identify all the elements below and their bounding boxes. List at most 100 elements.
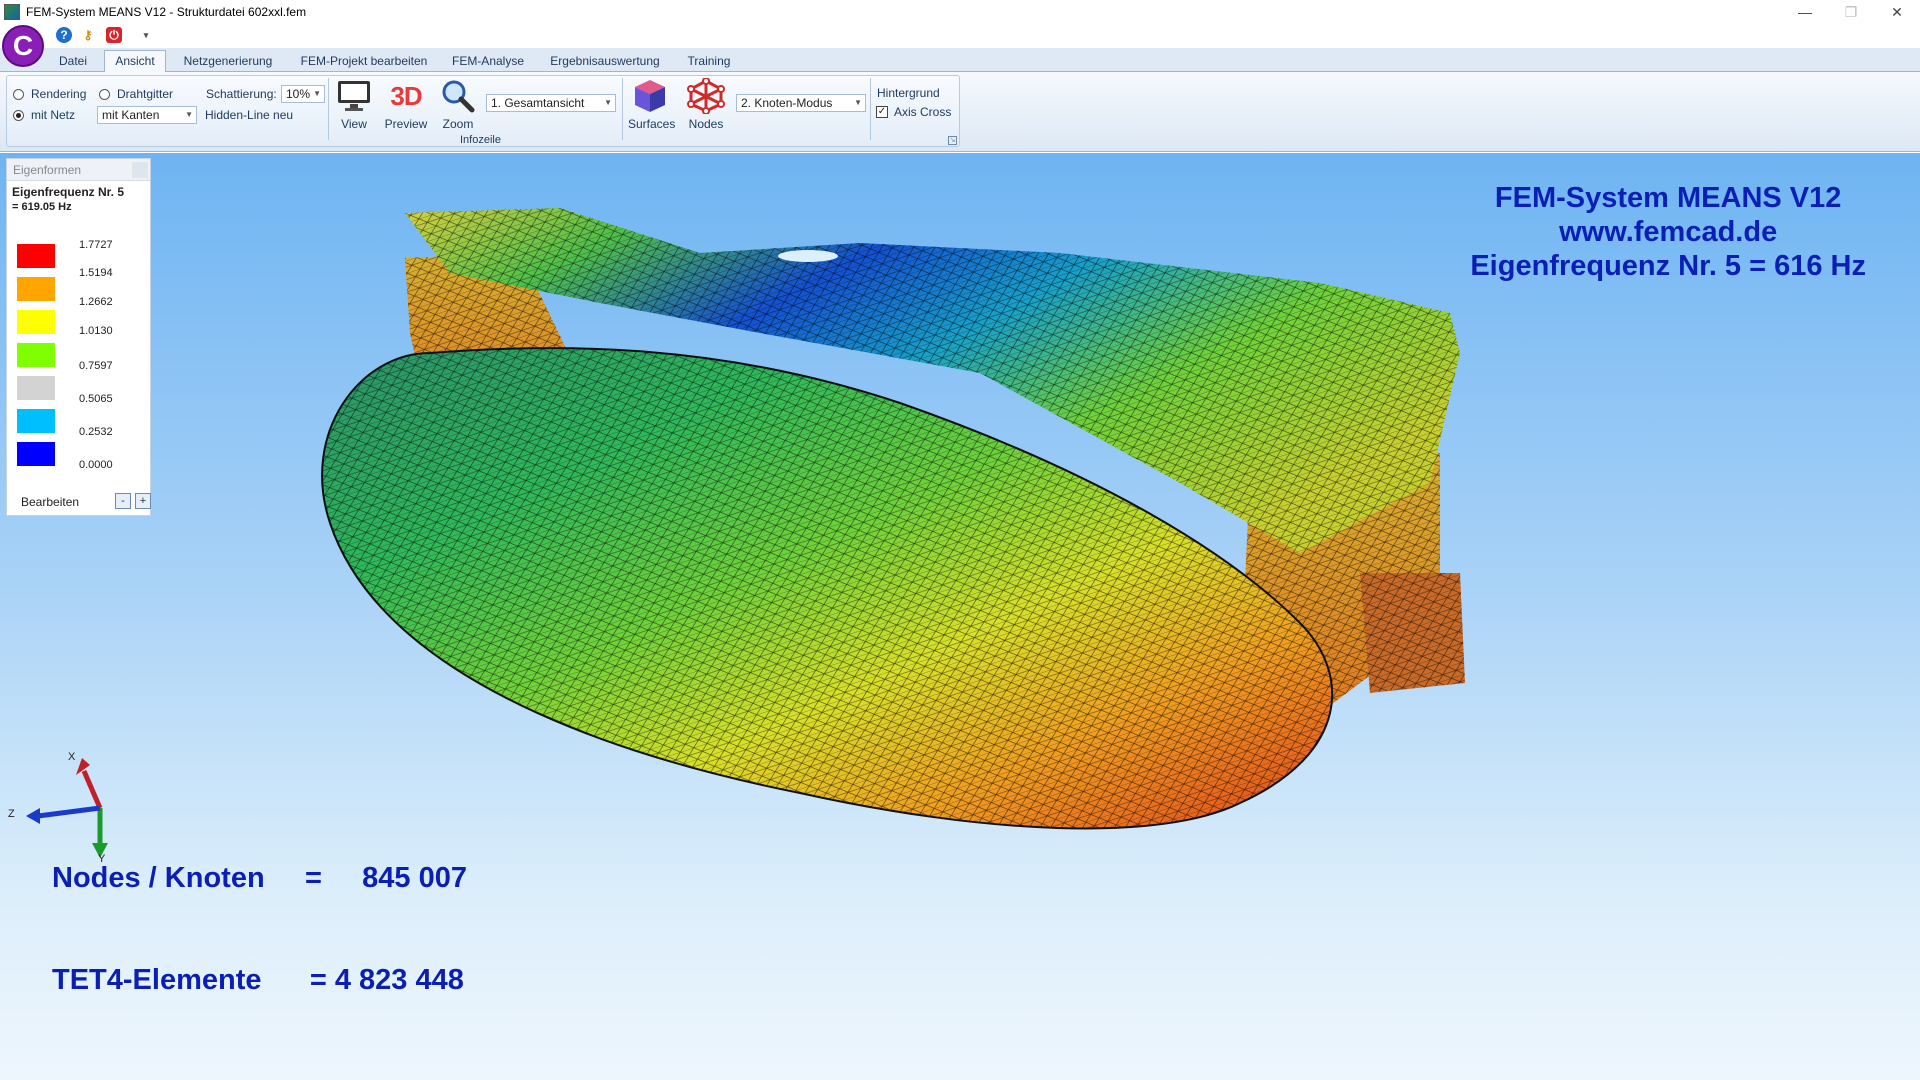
frequency-title: Eigenfrequenz Nr. 5 (12, 185, 125, 199)
zoom-label: Zoom (442, 117, 474, 131)
color-swatch (17, 277, 55, 301)
app-logo-button[interactable]: C (2, 25, 44, 67)
tab-fem-analyse[interactable]: FEM-Analyse (446, 52, 530, 72)
legend-value: 0.2532 (79, 426, 113, 438)
ansicht-combo[interactable]: 1. Gesamtansicht ▼ (486, 94, 616, 112)
color-swatch (17, 310, 55, 334)
legend-value: 0.0000 (79, 459, 113, 471)
legend-item (17, 343, 55, 367)
app-icon (4, 4, 20, 20)
surfaces-label: Surfaces (628, 117, 676, 131)
preview-label: Preview (384, 117, 428, 131)
view-label: View (341, 117, 367, 131)
drahtgitter-radio[interactable] (99, 89, 110, 100)
legend-panel: Eigenformen Eigenfrequenz Nr. 5 = 619.05… (6, 158, 151, 516)
legend-value: 1.5194 (79, 267, 113, 279)
tab-ansicht[interactable]: Ansicht (104, 50, 166, 73)
nodes-count: Nodes / Knoten = 845 007 (52, 862, 468, 894)
axis-x-label: X (68, 751, 76, 763)
nodes-icon (686, 78, 726, 114)
legend-item (17, 277, 55, 301)
tab-training[interactable]: Training (678, 52, 740, 72)
hintergrund-button[interactable]: Hintergrund (877, 86, 940, 100)
info-annotation: FEM-System MEANS V12 www.femcad.de Eigen… (1470, 181, 1866, 283)
nodes-button[interactable]: Nodes (684, 78, 728, 136)
tab-fem-projekt-bearbeiten[interactable]: FEM-Projekt bearbeiten (292, 52, 436, 72)
bearbeiten-button[interactable]: Bearbeiten (21, 495, 79, 509)
window-controls: — ❐ ✕ (1782, 0, 1920, 24)
monitor-icon (334, 78, 374, 114)
color-swatch (17, 343, 55, 367)
legend-value: 0.7597 (79, 360, 113, 372)
frequency-value: = 619.05 Hz (12, 201, 72, 213)
mit-netz-radio[interactable] (13, 110, 24, 121)
quick-access-toolbar (0, 24, 1920, 46)
minimize-button[interactable]: — (1782, 0, 1828, 24)
dialog-launcher-icon[interactable]: ↘ (948, 136, 957, 145)
legend-value: 0.5065 (79, 393, 113, 405)
legend-header: Eigenformen (7, 159, 150, 181)
legend-close-button[interactable] (132, 162, 148, 178)
power-icon[interactable]: ⏻ (106, 27, 122, 43)
ribbon-separator (328, 78, 329, 140)
color-swatch (17, 442, 55, 466)
legend-item (17, 376, 55, 400)
legend-header-label: Eigenformen (13, 163, 82, 177)
key-icon[interactable]: ⚷ (80, 27, 96, 43)
3d-preview-icon: 3D (386, 78, 426, 114)
rendering-radio[interactable] (13, 89, 24, 100)
legend-item (17, 442, 55, 466)
ribbon-separator (622, 78, 623, 140)
zoom-button[interactable]: Zoom (436, 78, 480, 136)
window-title: FEM-System MEANS V12 - Strukturdatei 602… (26, 5, 307, 19)
nodes-label: Nodes (688, 117, 724, 131)
surfaces-button[interactable]: Surfaces (628, 78, 676, 136)
axis-z-label: Z (8, 808, 15, 820)
annotation-line-1: FEM-System MEANS V12 (1494, 182, 1842, 214)
legend-value: 1.7727 (79, 239, 113, 251)
modus-combo[interactable]: 2. Knoten-Modus ▼ (736, 94, 866, 112)
customize-dropdown-icon[interactable]: ▾ (138, 27, 154, 43)
cube-icon (630, 78, 670, 114)
viewport-3d[interactable]: X Y Z Eigenformen Eigenfrequenz Nr. 5 = … (0, 153, 1920, 1080)
annotation-line-3: Eigenfrequenz Nr. 5 = 616 Hz (1470, 250, 1866, 282)
close-button[interactable]: ✕ (1874, 0, 1920, 24)
view-button[interactable]: View (332, 78, 376, 136)
chevron-down-icon: ▼ (854, 98, 862, 107)
ribbon-tabs: Datei Ansicht Netzgenerierung FEM-Projek… (0, 48, 1920, 73)
legend-item (17, 310, 55, 334)
hole (778, 250, 838, 262)
help-icon[interactable]: ? (56, 27, 72, 43)
restore-button[interactable]: ❐ (1828, 0, 1874, 24)
kanten-combo[interactable]: mit Kanten ▼ (97, 106, 197, 124)
preview-button[interactable]: 3D Preview (384, 78, 428, 136)
ribbon-panel: Rendering Drahtgitter mit Netz mit Kante… (0, 72, 1920, 152)
tab-ergebnisauswertung[interactable]: Ergebnisauswertung (542, 52, 668, 72)
chevron-down-icon: ▼ (185, 110, 193, 119)
preview-glyph: 3D (390, 80, 422, 111)
schattierung-label: Schattierung: (206, 87, 277, 101)
title-bar: FEM-System MEANS V12 - Strukturdatei 602… (0, 0, 1920, 24)
legend-item (17, 409, 55, 433)
axis-cross-checkbox[interactable]: ✓ (876, 106, 888, 118)
color-swatch (17, 376, 55, 400)
chevron-down-icon: ▼ (313, 89, 321, 98)
schattierung-value: 10% (286, 87, 311, 101)
rendering-label: Rendering (31, 87, 87, 101)
tab-netzgenerierung[interactable]: Netzgenerierung (176, 52, 280, 72)
modus-combo-value: 2. Knoten-Modus (741, 96, 833, 110)
kanten-combo-value: mit Kanten (102, 108, 160, 122)
ansicht-combo-value: 1. Gesamtansicht (491, 96, 585, 110)
elements-count: TET4-Elemente = 4 823 448 (52, 964, 464, 996)
drahtgitter-label: Drahtgitter (117, 87, 174, 101)
tab-datei[interactable]: Datei (52, 52, 94, 72)
plus-button[interactable]: + (135, 493, 151, 509)
group-label: Infozeile (460, 134, 501, 146)
color-swatch (17, 244, 55, 268)
magnifier-icon (438, 78, 478, 114)
chevron-down-icon: ▼ (604, 98, 612, 107)
color-swatch (17, 409, 55, 433)
minus-button[interactable]: - (115, 493, 131, 509)
schattierung-combo[interactable]: 10% ▼ (281, 85, 325, 103)
hidden-line-button[interactable]: Hidden-Line neu (205, 108, 293, 122)
